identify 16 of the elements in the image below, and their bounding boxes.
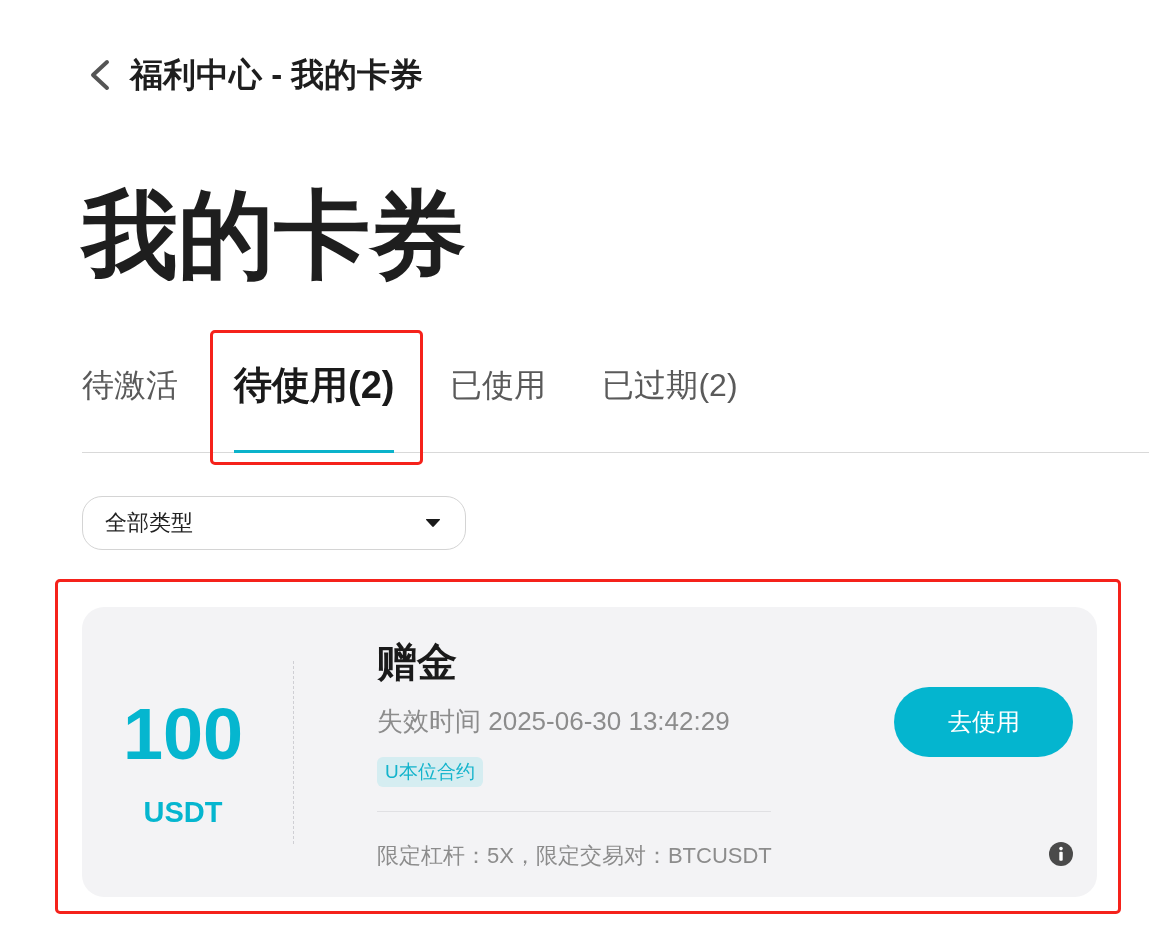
tab[interactable]: 待使用(2) [234, 363, 395, 453]
breadcrumb-title: 福利中心 - 我的卡券 [130, 55, 424, 95]
coupon-currency: USDT [143, 794, 223, 829]
page-title: 我的卡券 [82, 187, 466, 283]
tab[interactable]: 已过期(2) [602, 363, 738, 453]
coupon-amount: 100 [122, 693, 244, 774]
restriction-text: 限定杠杆：5X，限定交易对：BTCUSDT [377, 843, 772, 869]
tab[interactable]: 已使用 [450, 363, 547, 453]
type-filter-dropdown[interactable]: 全部类型 [82, 496, 466, 550]
tab[interactable]: 待激活 [82, 363, 178, 453]
coupon-title: 赠金 [377, 639, 457, 686]
caret-down-icon [425, 518, 441, 528]
category-tag: U本位合约 [377, 757, 483, 787]
info-icon[interactable] [1049, 842, 1073, 866]
chevron-left-icon[interactable] [88, 59, 110, 91]
expiry-time: 失效时间 2025-06-30 13:42:29 [377, 706, 730, 737]
